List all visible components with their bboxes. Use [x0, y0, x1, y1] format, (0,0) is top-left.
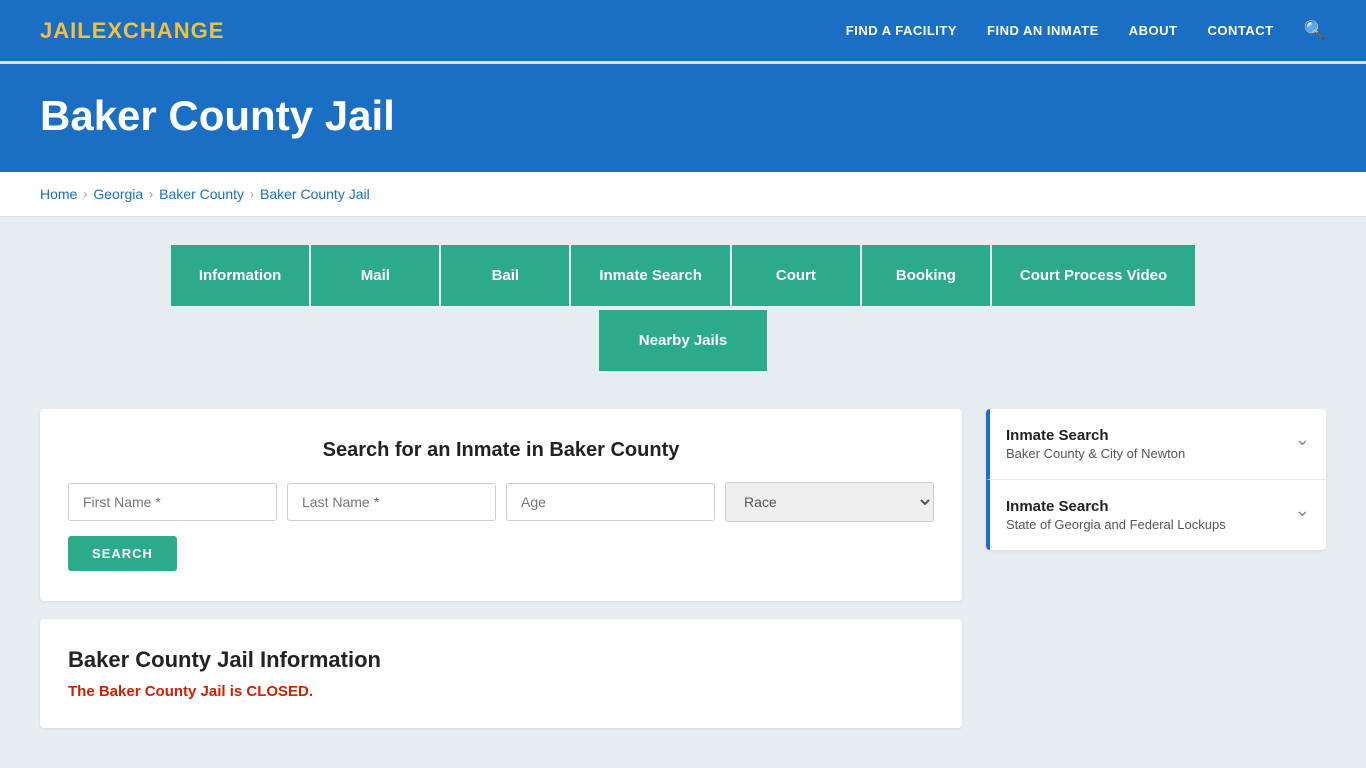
info-card: Baker County Jail Information The Baker … [40, 619, 962, 728]
breadcrumb-georgia[interactable]: Georgia [93, 186, 143, 202]
tab-court-process-video[interactable]: Court Process Video [992, 245, 1195, 306]
nav-find-facility[interactable]: FIND A FACILITY [846, 23, 957, 38]
search-icon[interactable]: 🔍 [1304, 20, 1326, 41]
sidebar-item-georgia-label: Inmate Search [1006, 498, 1226, 515]
breadcrumb-current: Baker County Jail [260, 186, 370, 202]
main-nav: FIND A FACILITY FIND AN INMATE ABOUT CON… [846, 20, 1326, 41]
search-form: Race White Black Hispanic Asian Other [68, 482, 934, 522]
sidebar-item-baker-sub: Baker County & City of Newton [1006, 446, 1185, 461]
breadcrumb-sep-3: › [250, 187, 254, 201]
nav-about[interactable]: ABOUT [1129, 23, 1178, 38]
page-title: Baker County Jail [40, 92, 1326, 140]
main-content: Search for an Inmate in Baker County Rac… [0, 399, 1366, 768]
search-button[interactable]: SEARCH [68, 536, 177, 571]
race-select[interactable]: Race White Black Hispanic Asian Other [725, 482, 934, 522]
sidebar-card: Inmate Search Baker County & City of New… [986, 409, 1326, 550]
age-input[interactable] [506, 483, 715, 521]
info-card-title: Baker County Jail Information [68, 647, 934, 673]
hero-section: Baker County Jail [0, 64, 1366, 172]
tab-information[interactable]: Information [171, 245, 312, 306]
breadcrumb-baker-county[interactable]: Baker County [159, 186, 244, 202]
sidebar-item-baker[interactable]: Inmate Search Baker County & City of New… [986, 409, 1326, 480]
first-name-input[interactable] [68, 483, 277, 521]
info-card-closed-text: The Baker County Jail is CLOSED. [68, 683, 934, 700]
chevron-down-icon-2: ⌄ [1295, 500, 1310, 521]
tab-booking[interactable]: Booking [862, 245, 992, 306]
search-card-title: Search for an Inmate in Baker County [68, 439, 934, 462]
logo-exchange: EXCHANGE [92, 18, 225, 43]
logo-jail: JAIL [40, 18, 92, 43]
breadcrumb-sep-2: › [149, 187, 153, 201]
left-column: Search for an Inmate in Baker County Rac… [40, 409, 962, 728]
tab-nearby-jails[interactable]: Nearby Jails [599, 310, 767, 371]
header: JAILEXCHANGE FIND A FACILITY FIND AN INM… [0, 0, 1366, 64]
nav-find-inmate[interactable]: FIND AN INMATE [987, 23, 1099, 38]
breadcrumb-bar: Home › Georgia › Baker County › Baker Co… [0, 172, 1366, 217]
tab-mail[interactable]: Mail [311, 245, 441, 306]
right-column: Inmate Search Baker County & City of New… [986, 409, 1326, 550]
logo[interactable]: JAILEXCHANGE [40, 18, 224, 44]
sidebar-item-baker-label: Inmate Search [1006, 427, 1185, 444]
tab-bail[interactable]: Bail [441, 245, 571, 306]
nav-contact[interactable]: CONTACT [1207, 23, 1273, 38]
breadcrumb: Home › Georgia › Baker County › Baker Co… [40, 186, 1326, 202]
last-name-input[interactable] [287, 483, 496, 521]
tab-inmate-search[interactable]: Inmate Search [571, 245, 732, 306]
breadcrumb-sep-1: › [83, 187, 87, 201]
search-card: Search for an Inmate in Baker County Rac… [40, 409, 962, 601]
chevron-down-icon: ⌄ [1295, 429, 1310, 450]
tab-court[interactable]: Court [732, 245, 862, 306]
sidebar-item-georgia-sub: State of Georgia and Federal Lockups [1006, 517, 1226, 532]
tabs-row-1: Information Mail Bail Inmate Search Cour… [40, 245, 1326, 306]
breadcrumb-home[interactable]: Home [40, 186, 77, 202]
tabs-section: Information Mail Bail Inmate Search Cour… [0, 217, 1366, 399]
tabs-row-2: Nearby Jails [40, 310, 1326, 371]
sidebar-item-georgia[interactable]: Inmate Search State of Georgia and Feder… [986, 480, 1326, 550]
